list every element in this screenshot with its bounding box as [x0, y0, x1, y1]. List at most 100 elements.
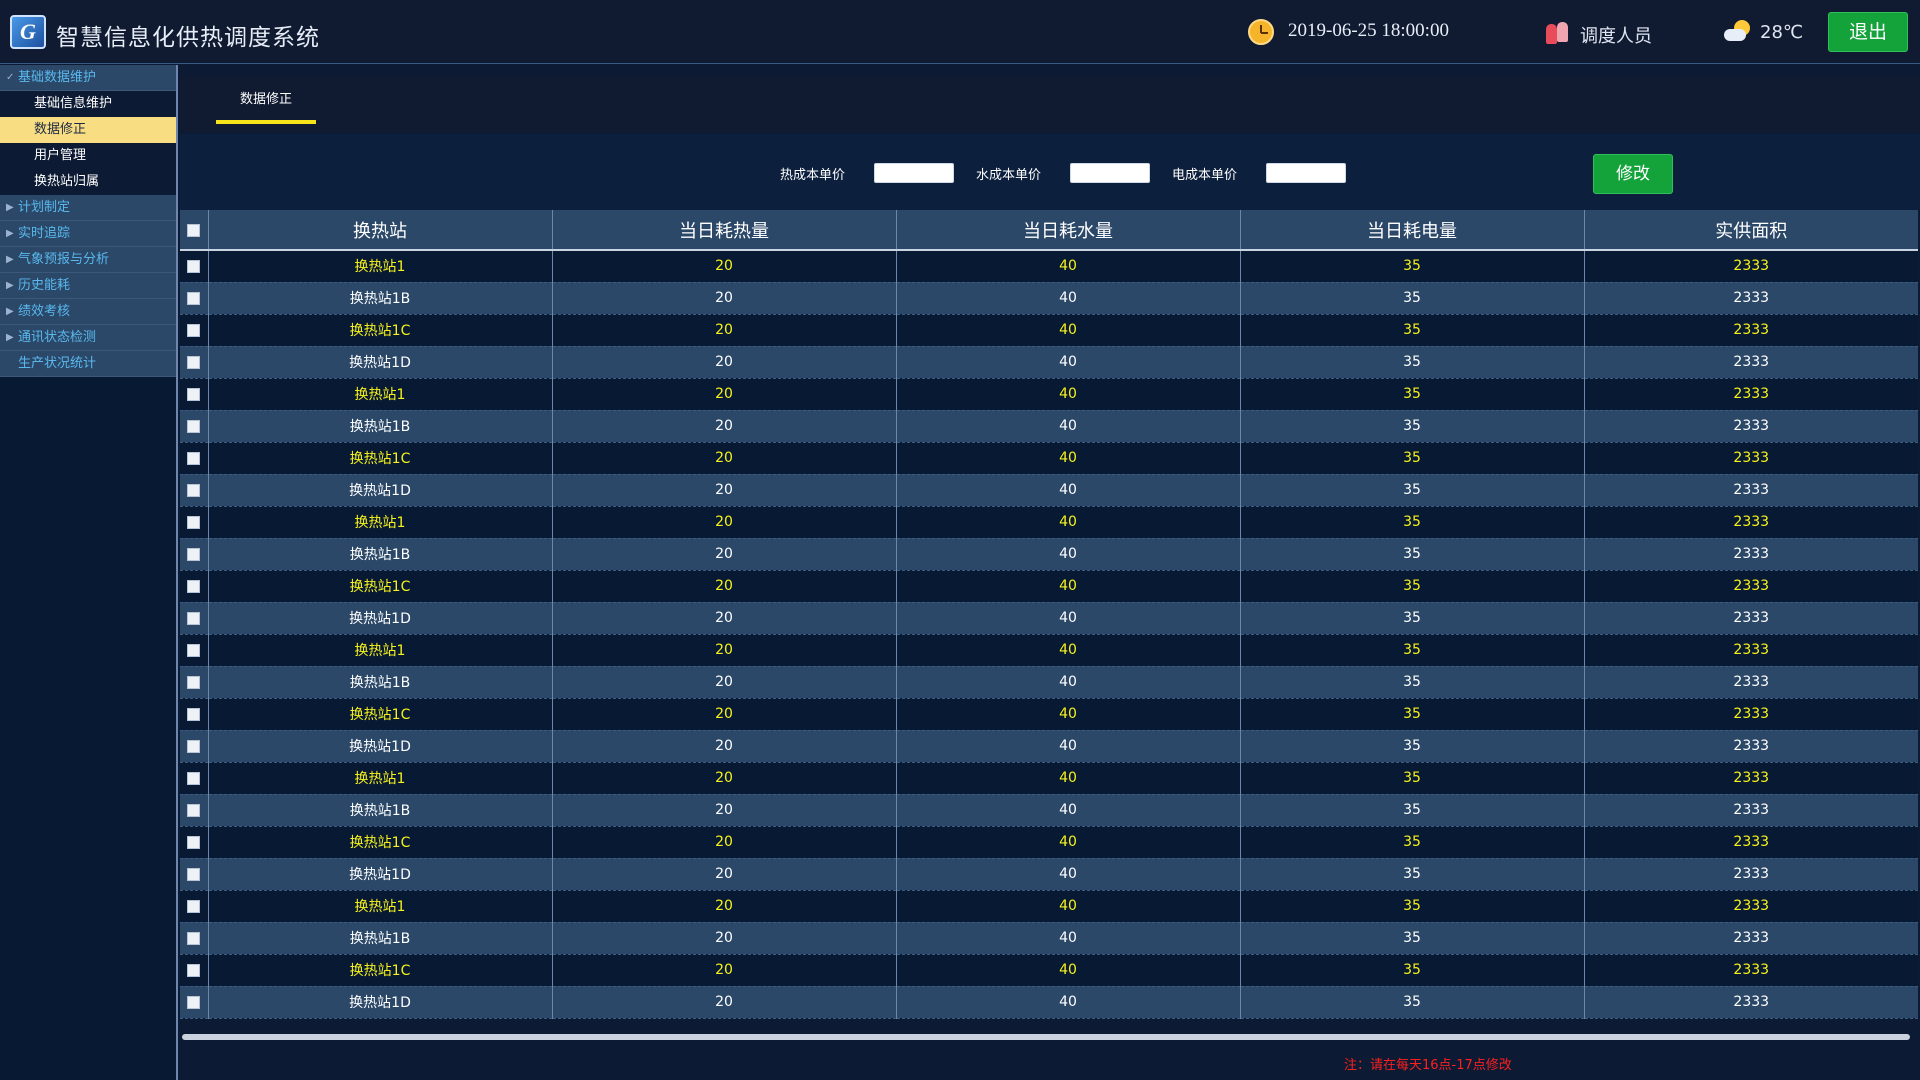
- row-select-cell[interactable]: [180, 634, 208, 667]
- logout-button[interactable]: 退出: [1828, 12, 1908, 52]
- checkbox-icon[interactable]: [187, 899, 201, 913]
- checkbox-icon[interactable]: [187, 867, 201, 881]
- table-row[interactable]: 换热站1 20 40 35 2333: [180, 634, 1918, 667]
- checkbox-icon[interactable]: [187, 611, 201, 625]
- checkbox-icon[interactable]: [187, 963, 201, 977]
- cell-station: 换热站1B: [207, 538, 552, 571]
- checkbox-icon[interactable]: [187, 995, 201, 1009]
- row-select-cell[interactable]: [180, 602, 208, 635]
- cell-power: 35: [1239, 506, 1584, 539]
- power-cost-input[interactable]: [1266, 163, 1346, 183]
- checkbox-icon[interactable]: [187, 419, 201, 433]
- select-all-cell[interactable]: [180, 210, 208, 251]
- row-select-cell[interactable]: [180, 570, 208, 603]
- tab-data-correction[interactable]: 数据修正: [216, 76, 316, 124]
- row-select-cell[interactable]: [180, 442, 208, 475]
- checkbox-icon[interactable]: [187, 643, 201, 657]
- checkbox-icon[interactable]: [187, 675, 201, 689]
- checkbox-icon[interactable]: [187, 291, 201, 305]
- checkbox-icon[interactable]: [187, 223, 201, 237]
- table-row[interactable]: 换热站1C 20 40 35 2333: [180, 442, 1918, 475]
- table-row[interactable]: 换热站1 20 40 35 2333: [180, 250, 1918, 283]
- checkbox-icon[interactable]: [187, 515, 201, 529]
- checkbox-icon[interactable]: [187, 259, 201, 273]
- sidebar-subitem-basic-info[interactable]: 基础信息维护: [0, 91, 176, 117]
- checkbox-icon[interactable]: [187, 387, 201, 401]
- checkbox-icon[interactable]: [187, 803, 201, 817]
- row-select-cell[interactable]: [180, 314, 208, 347]
- row-select-cell[interactable]: [180, 346, 208, 379]
- checkbox-icon[interactable]: [187, 579, 201, 593]
- row-select-cell[interactable]: [180, 762, 208, 795]
- row-select-cell[interactable]: [180, 506, 208, 539]
- table-row[interactable]: 换热站1 20 40 35 2333: [180, 378, 1918, 411]
- row-select-cell[interactable]: [180, 378, 208, 411]
- checkbox-icon[interactable]: [187, 771, 201, 785]
- checkbox-icon[interactable]: [187, 451, 201, 465]
- table-row[interactable]: 换热站1C 20 40 35 2333: [180, 314, 1918, 347]
- row-select-cell[interactable]: [180, 954, 208, 987]
- checkbox-icon[interactable]: [187, 707, 201, 721]
- checkbox-icon[interactable]: [187, 835, 201, 849]
- table-row[interactable]: 换热站1 20 40 35 2333: [180, 890, 1918, 923]
- cell-heat: 20: [551, 698, 896, 731]
- sidebar-item-weather[interactable]: ▶ 气象预报与分析: [0, 247, 176, 273]
- sidebar-item-comm-status[interactable]: ▶ 通讯状态检测: [0, 325, 176, 351]
- sidebar-subitem-user-management[interactable]: 用户管理: [0, 143, 176, 169]
- sidebar-item-label: 通讯状态检测: [18, 330, 97, 345]
- table-row[interactable]: 换热站1B 20 40 35 2333: [180, 410, 1918, 443]
- table-row[interactable]: 换热站1B 20 40 35 2333: [180, 794, 1918, 827]
- row-select-cell[interactable]: [180, 826, 208, 859]
- checkbox-icon[interactable]: [187, 355, 201, 369]
- checkbox-icon[interactable]: [187, 739, 201, 753]
- sidebar-item-plan[interactable]: ▶ 计划制定: [0, 195, 176, 221]
- cell-station: 换热站1D: [207, 730, 552, 763]
- row-select-cell[interactable]: [180, 986, 208, 1019]
- table-row[interactable]: 换热站1D 20 40 35 2333: [180, 602, 1918, 635]
- checkbox-icon[interactable]: [187, 931, 201, 945]
- table-row[interactable]: 换热站1B 20 40 35 2333: [180, 282, 1918, 315]
- water-cost-input[interactable]: [1070, 163, 1150, 183]
- table-row[interactable]: 换热站1 20 40 35 2333: [180, 506, 1918, 539]
- sidebar-item-basic-data[interactable]: ✓ 基础数据维护: [0, 65, 176, 91]
- table-row[interactable]: 换热站1D 20 40 35 2333: [180, 346, 1918, 379]
- sidebar-item-performance[interactable]: ▶ 绩效考核: [0, 299, 176, 325]
- checkbox-icon[interactable]: [187, 483, 201, 497]
- checkbox-icon[interactable]: [187, 323, 201, 337]
- table-row[interactable]: 换热站1D 20 40 35 2333: [180, 474, 1918, 507]
- table-row[interactable]: 换热站1C 20 40 35 2333: [180, 570, 1918, 603]
- table-row[interactable]: 换热站1C 20 40 35 2333: [180, 698, 1918, 731]
- row-select-cell[interactable]: [180, 698, 208, 731]
- heat-cost-input[interactable]: [874, 163, 954, 183]
- table-row[interactable]: 换热站1B 20 40 35 2333: [180, 666, 1918, 699]
- row-select-cell[interactable]: [180, 922, 208, 955]
- table-row[interactable]: 换热站1B 20 40 35 2333: [180, 538, 1918, 571]
- cell-water: 40: [895, 794, 1240, 827]
- horizontal-scrollbar[interactable]: [182, 1034, 1910, 1040]
- sidebar-item-history-energy[interactable]: ▶ 历史能耗: [0, 273, 176, 299]
- table-row[interactable]: 换热站1C 20 40 35 2333: [180, 826, 1918, 859]
- sidebar-item-realtime[interactable]: ▶ 实时追踪: [0, 221, 176, 247]
- row-select-cell[interactable]: [180, 282, 208, 315]
- clock-icon: [1248, 19, 1274, 45]
- row-select-cell[interactable]: [180, 250, 208, 283]
- table-row[interactable]: 换热站1B 20 40 35 2333: [180, 922, 1918, 955]
- row-select-cell[interactable]: [180, 666, 208, 699]
- table-row[interactable]: 换热站1D 20 40 35 2333: [180, 986, 1918, 1019]
- row-select-cell[interactable]: [180, 858, 208, 891]
- row-select-cell[interactable]: [180, 474, 208, 507]
- modify-button[interactable]: 修改: [1593, 154, 1673, 194]
- sidebar-subitem-station-ownership[interactable]: 换热站归属: [0, 169, 176, 195]
- row-select-cell[interactable]: [180, 794, 208, 827]
- table-row[interactable]: 换热站1C 20 40 35 2333: [180, 954, 1918, 987]
- table-row[interactable]: 换热站1 20 40 35 2333: [180, 762, 1918, 795]
- table-row[interactable]: 换热站1D 20 40 35 2333: [180, 730, 1918, 763]
- checkbox-icon[interactable]: [187, 547, 201, 561]
- row-select-cell[interactable]: [180, 410, 208, 443]
- sidebar-subitem-data-correction[interactable]: 数据修正: [0, 117, 176, 143]
- sidebar-item-production-stats[interactable]: 生产状况统计: [0, 351, 176, 377]
- table-row[interactable]: 换热站1D 20 40 35 2333: [180, 858, 1918, 891]
- row-select-cell[interactable]: [180, 730, 208, 763]
- row-select-cell[interactable]: [180, 538, 208, 571]
- row-select-cell[interactable]: [180, 890, 208, 923]
